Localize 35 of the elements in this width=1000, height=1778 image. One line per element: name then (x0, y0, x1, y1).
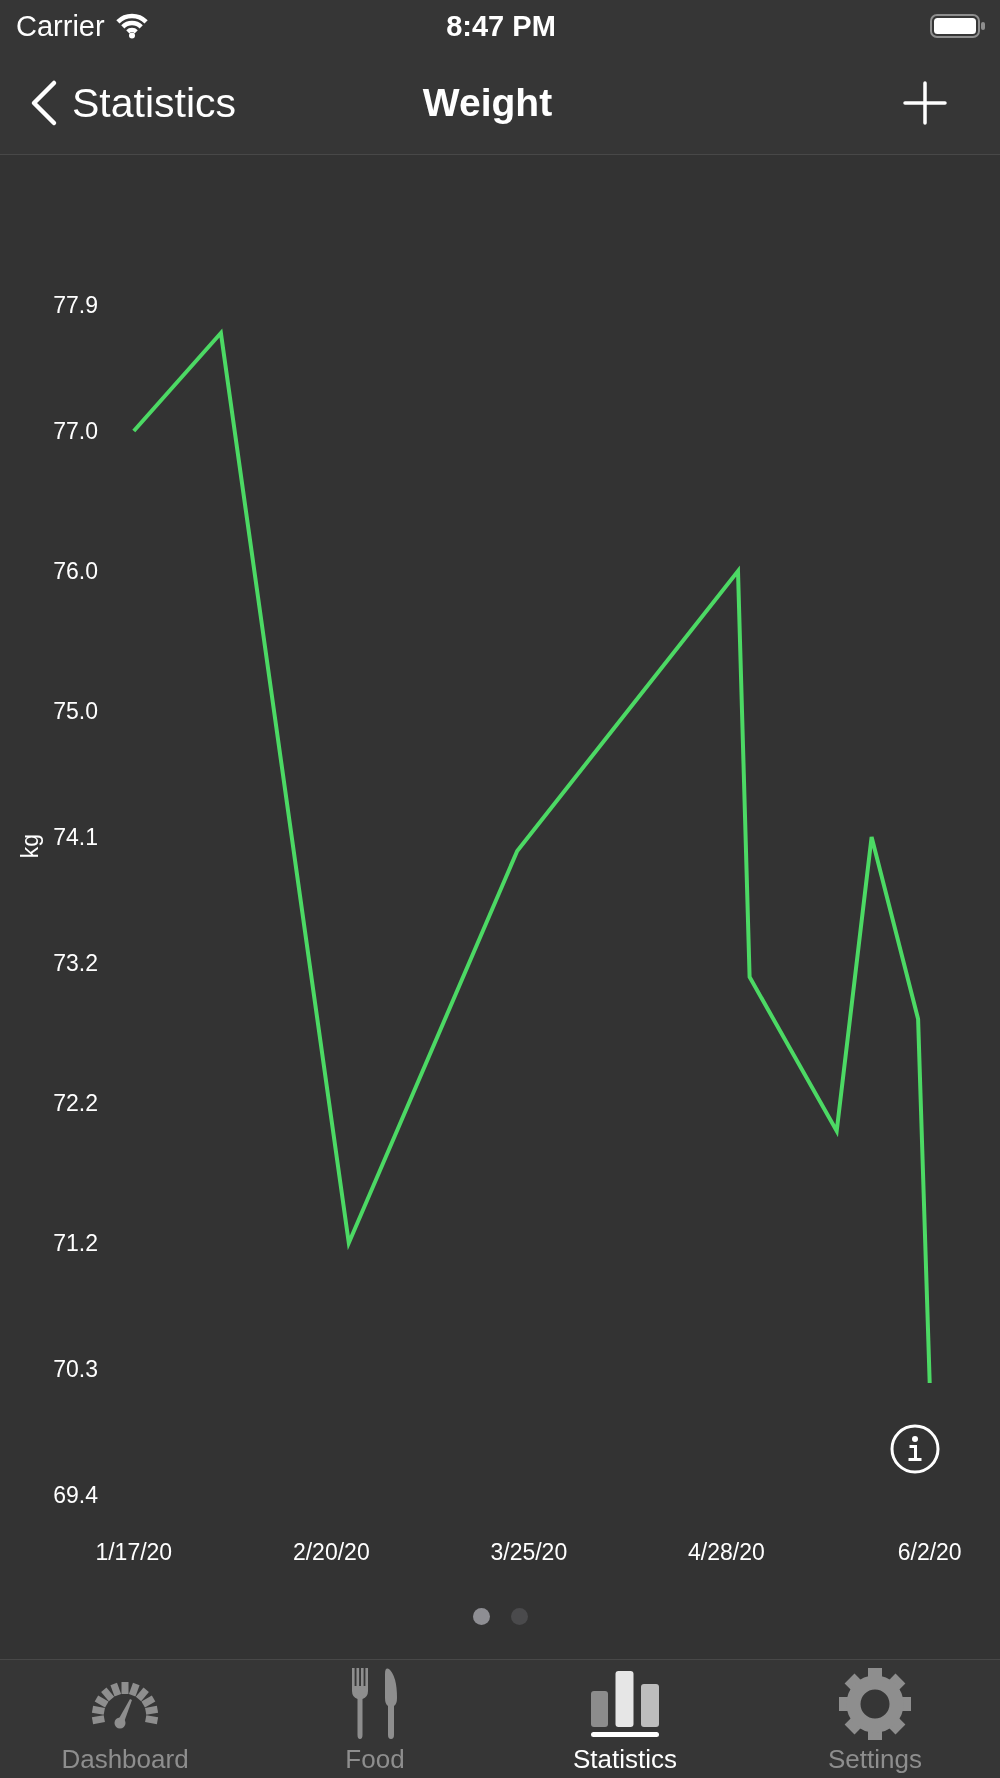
y-tick-label: 73.2 (53, 950, 98, 976)
page-dot[interactable] (510, 1608, 528, 1625)
y-tick-label: 70.3 (53, 1356, 98, 1382)
y-tick-label: 72.2 (53, 1090, 98, 1116)
fork-knife-icon (351, 1668, 399, 1740)
y-tick-label: 71.2 (53, 1230, 98, 1256)
y-tick-label: 69.4 (53, 1482, 98, 1508)
y-tick-label: 74.1 (53, 824, 98, 850)
x-tick-label: 6/2/20 (897, 1539, 962, 1565)
y-axis-title: kg (17, 833, 43, 859)
page-dot[interactable] (472, 1608, 490, 1625)
y-tick-label: 77.9 (53, 292, 98, 318)
tab-item[interactable]: Food (250, 1660, 500, 1778)
y-tick-label: 76.0 (53, 558, 98, 584)
y-tick-label: 75.0 (53, 698, 98, 724)
x-tick-label: 4/28/20 (688, 1539, 765, 1565)
x-tick-label: 2/20/20 (292, 1539, 370, 1565)
tab-item[interactable]: Settings (750, 1660, 1000, 1778)
tab-item[interactable]: Dashboard (0, 1660, 250, 1778)
y-tick-label: 77.0 (53, 418, 98, 444)
battery-icon (930, 14, 986, 38)
bar-chart-icon (591, 1671, 659, 1737)
tab-item[interactable]: Statistics (500, 1660, 750, 1778)
nav-title: Weight (422, 80, 553, 126)
back-button[interactable]: Statistics (28, 78, 237, 128)
gear-icon (838, 1667, 912, 1741)
status-time: 8:47 PM (446, 9, 556, 43)
carrier-label: Carrier (16, 9, 105, 43)
info-button[interactable] (890, 1424, 940, 1474)
x-tick-label: 1/17/20 (95, 1539, 173, 1565)
plus-icon (903, 81, 947, 125)
x-tick-label: 3/25/20 (490, 1539, 568, 1565)
wifi-icon (114, 13, 149, 39)
add-button[interactable] (903, 81, 947, 125)
info-icon (890, 1424, 940, 1474)
